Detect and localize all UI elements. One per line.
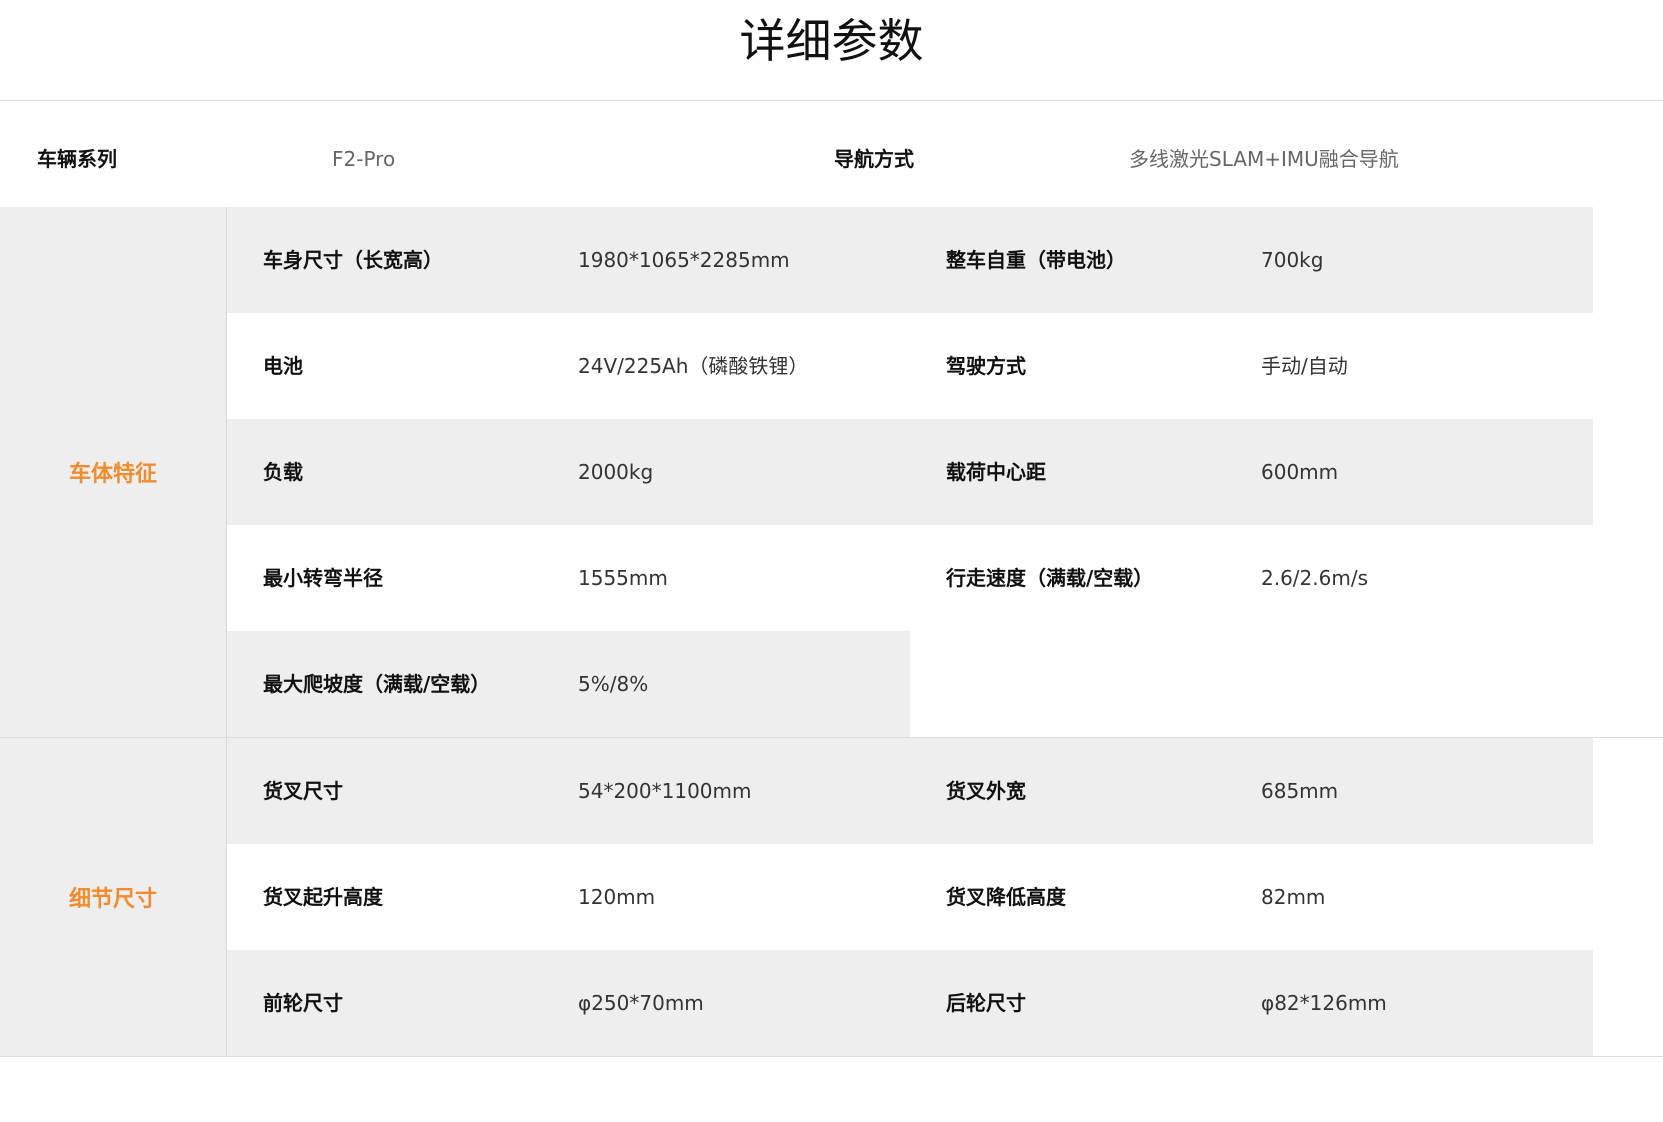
param-cell: 负载 2000kg xyxy=(227,419,910,525)
series-row: 车辆系列 F2-Pro 导航方式 多线激光SLAM+IMU融合导航 xyxy=(0,101,1663,207)
param-cell: 货叉起升高度 120mm xyxy=(227,844,910,950)
param-key: 行走速度（满载/空载） xyxy=(946,566,1154,590)
param-value: φ250*70mm xyxy=(578,991,704,1015)
param-cell: 电池 24V/225Ah（磷酸铁锂） xyxy=(227,313,910,419)
param-value: 700kg xyxy=(1261,248,1324,272)
series-label: 车辆系列 xyxy=(37,147,117,171)
param-key: 车身尺寸（长宽高） xyxy=(263,248,443,272)
param-cell: 货叉降低高度 82mm xyxy=(910,844,1593,950)
param-cell: 后轮尺寸 φ82*126mm xyxy=(910,950,1593,1056)
param-value: 2000kg xyxy=(578,460,654,484)
param-key: 负载 xyxy=(263,460,303,484)
param-value: 82mm xyxy=(1261,885,1326,909)
param-key: 电池 xyxy=(263,354,303,378)
empty-cell xyxy=(910,631,1593,737)
nav-value: 多线激光SLAM+IMU融合导航 xyxy=(1129,147,1399,171)
param-key: 载荷中心距 xyxy=(946,460,1046,484)
param-value: 120mm xyxy=(578,885,656,909)
header: 详细参数 xyxy=(0,0,1663,101)
param-key: 最大爬坡度（满载/空载） xyxy=(263,672,491,696)
param-grid: 货叉尺寸 54*200*1100mm 货叉外宽 685mm 货叉起升高度 120… xyxy=(227,738,1663,1056)
param-cell: 整车自重（带电池） 700kg xyxy=(910,207,1593,313)
param-value: 5%/8% xyxy=(578,672,649,696)
param-cell: 最小转弯半径 1555mm xyxy=(227,525,910,631)
param-cell: 货叉外宽 685mm xyxy=(910,738,1593,844)
section-label: 细节尺寸 xyxy=(0,738,227,1056)
param-value: 1980*1065*2285mm xyxy=(578,248,790,272)
param-key: 最小转弯半径 xyxy=(263,566,383,590)
param-cell: 货叉尺寸 54*200*1100mm xyxy=(227,738,910,844)
param-value: 54*200*1100mm xyxy=(578,779,752,803)
param-key: 前轮尺寸 xyxy=(263,991,343,1015)
param-cell: 载荷中心距 600mm xyxy=(910,419,1593,525)
nav-label: 导航方式 xyxy=(834,147,914,171)
param-key: 货叉降低高度 xyxy=(946,885,1066,909)
param-value: 1555mm xyxy=(578,566,668,590)
param-key: 后轮尺寸 xyxy=(946,991,1026,1015)
param-key: 整车自重（带电池） xyxy=(946,248,1126,272)
param-cell: 最大爬坡度（满载/空载） 5%/8% xyxy=(227,631,910,737)
param-cell: 前轮尺寸 φ250*70mm xyxy=(227,950,910,1056)
param-cell: 行走速度（满载/空载） 2.6/2.6m/s xyxy=(910,525,1593,631)
param-value: 手动/自动 xyxy=(1261,354,1348,378)
param-cell: 驾驶方式 手动/自动 xyxy=(910,313,1593,419)
section-detail-dimensions: 细节尺寸 货叉尺寸 54*200*1100mm 货叉外宽 685mm 货叉起升高… xyxy=(0,738,1663,1057)
param-cell: 车身尺寸（长宽高） 1980*1065*2285mm xyxy=(227,207,910,313)
param-value: 2.6/2.6m/s xyxy=(1261,566,1368,590)
page-title: 详细参数 xyxy=(739,14,924,68)
series-value: F2-Pro xyxy=(332,147,396,171)
section-body-features: 车体特征 车身尺寸（长宽高） 1980*1065*2285mm 整车自重（带电池… xyxy=(0,207,1663,738)
param-grid: 车身尺寸（长宽高） 1980*1065*2285mm 整车自重（带电池） 700… xyxy=(227,207,1663,737)
param-key: 货叉外宽 xyxy=(946,779,1026,803)
param-value: 600mm xyxy=(1261,460,1339,484)
param-key: 货叉起升高度 xyxy=(263,885,383,909)
param-key: 货叉尺寸 xyxy=(263,779,343,803)
param-value: 685mm xyxy=(1261,779,1339,803)
param-key: 驾驶方式 xyxy=(946,354,1026,378)
param-value: φ82*126mm xyxy=(1261,991,1387,1015)
param-value: 24V/225Ah（磷酸铁锂） xyxy=(578,354,809,378)
section-label: 车体特征 xyxy=(0,207,227,737)
